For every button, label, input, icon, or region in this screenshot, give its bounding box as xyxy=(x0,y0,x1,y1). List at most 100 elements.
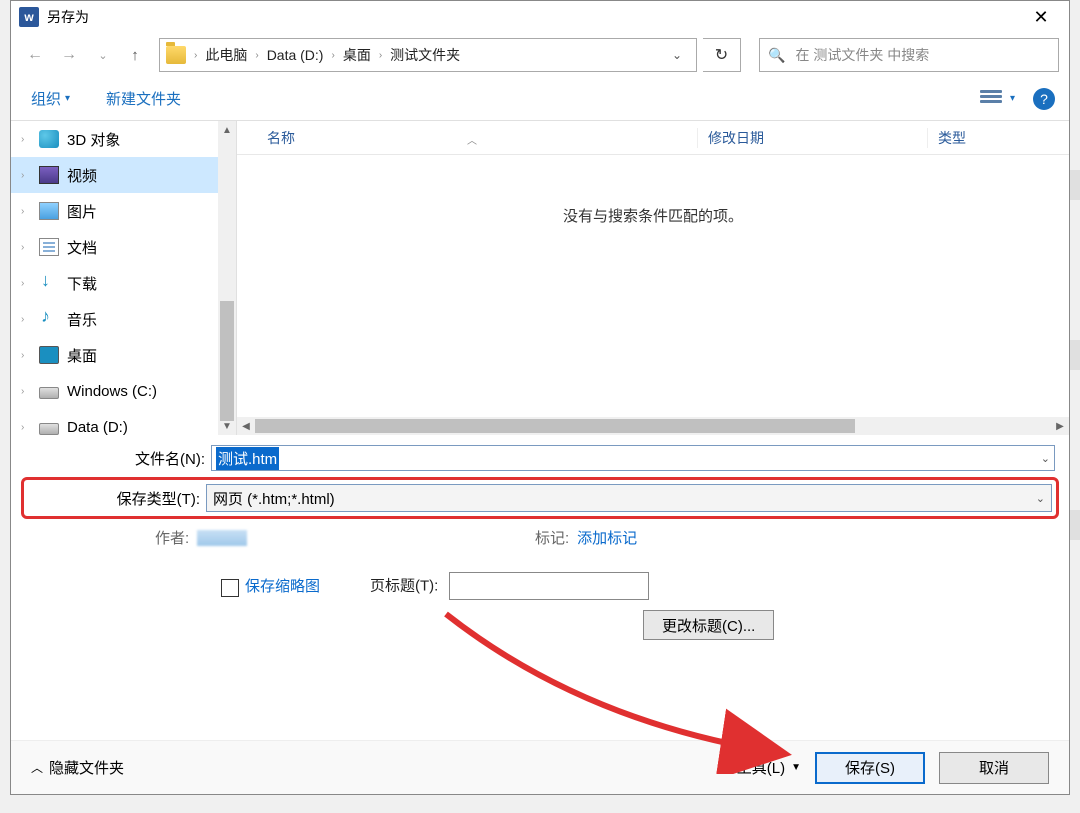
chevron-right-icon: › xyxy=(21,242,24,253)
filename-input[interactable]: 测试.htm ⌄ xyxy=(211,445,1055,471)
filetype-value: 网页 (*.htm;*.html) xyxy=(213,488,335,509)
filetype-select[interactable]: 网页 (*.htm;*.html) ⌄ xyxy=(206,484,1052,512)
ico-video-icon xyxy=(39,166,59,184)
author-value[interactable] xyxy=(197,530,247,546)
filename-label: 文件名(N): xyxy=(25,448,211,469)
filetype-highlight-box: 保存类型(T): 网页 (*.htm;*.html) ⌄ xyxy=(21,477,1059,519)
tree-item[interactable]: ›Data (D:) xyxy=(11,409,236,435)
ico-drive-icon xyxy=(39,423,59,435)
tree-item[interactable]: › 3D 对象 xyxy=(11,121,236,157)
file-list-area: 名称 ︿ 修改日期 类型 没有与搜索条件匹配的项。 ◀ ▶ xyxy=(237,121,1069,435)
thumbnail-row: 保存缩略图 页标题(T): xyxy=(25,572,1055,600)
nav-up-button[interactable]: ↑ xyxy=(123,43,147,67)
save-as-dialog: w 另存为 ✕ ← → ⌄ ↑ › 此电脑 › Data (D:) › 桌面 ›… xyxy=(10,0,1070,795)
filetype-label: 保存类型(T): xyxy=(28,488,206,509)
toolbar: 组织 ▾ 新建文件夹 ▾ ? xyxy=(11,77,1069,121)
organize-label: 组织 xyxy=(31,88,61,109)
breadcrumb-this-pc[interactable]: 此电脑 xyxy=(201,45,251,65)
chevron-right-icon: › xyxy=(21,170,24,181)
new-folder-button[interactable]: 新建文件夹 xyxy=(100,84,187,113)
tree-item[interactable]: ›音乐 xyxy=(11,301,236,337)
dropdown-icon[interactable]: ⌄ xyxy=(1041,452,1050,465)
tools-label: 工具(L) xyxy=(737,757,785,778)
column-type[interactable]: 类型 xyxy=(927,128,1069,148)
hide-folders-button[interactable]: ︿ 隐藏文件夹 xyxy=(31,757,124,778)
cancel-button[interactable]: 取消 xyxy=(939,752,1049,784)
tree-item[interactable]: › 图片 xyxy=(11,193,236,229)
sort-indicator-icon: ︿ xyxy=(467,132,477,147)
help-button[interactable]: ? xyxy=(1033,88,1055,110)
scroll-down-icon[interactable]: ▼ xyxy=(218,417,236,435)
filetype-row: 保存类型(T): 网页 (*.htm;*.html) ⌄ xyxy=(28,484,1052,512)
titlebar: w 另存为 ✕ xyxy=(11,1,1069,33)
column-name[interactable]: 名称 ︿ xyxy=(267,128,697,148)
ico-dl-icon xyxy=(39,274,59,292)
add-tag-link[interactable]: 添加标记 xyxy=(577,527,637,548)
tree-item-label: 图片 xyxy=(67,201,97,222)
chevron-right-icon: › xyxy=(21,386,24,397)
dropdown-icon: ▾ xyxy=(1010,93,1015,104)
column-date[interactable]: 修改日期 xyxy=(697,128,927,148)
tree-item-label: Data (D:) xyxy=(67,419,128,436)
breadcrumb-folder[interactable]: 测试文件夹 xyxy=(386,45,464,65)
tree-item-label: 音乐 xyxy=(67,309,97,330)
ico-doc-icon xyxy=(39,238,59,256)
change-title-button[interactable]: 更改标题(C)... xyxy=(643,610,774,640)
scroll-left-icon[interactable]: ◀ xyxy=(237,417,255,435)
tree-item[interactable]: ›视频 xyxy=(11,157,236,193)
dropdown-icon[interactable]: ⌄ xyxy=(1036,492,1045,505)
breadcrumb-drive[interactable]: Data (D:) xyxy=(263,47,328,63)
chevron-right-icon: › xyxy=(377,50,384,61)
nav-recent-dropdown[interactable]: ⌄ xyxy=(89,41,117,69)
tag-label: 标记: xyxy=(535,527,569,548)
scroll-thumb[interactable] xyxy=(255,419,855,433)
tree-item[interactable]: ›下载 xyxy=(11,265,236,301)
empty-message: 没有与搜索条件匹配的项。 xyxy=(237,205,1069,226)
nav-tree: ›3D 对象›视频›图片›文档›下载›音乐›桌面›Windows (C:)›Da… xyxy=(11,121,237,435)
tree-item[interactable]: ›桌面 xyxy=(11,337,236,373)
chevron-right-icon: › xyxy=(192,50,199,61)
ico-desktop-icon xyxy=(39,346,59,364)
body-row: ›3D 对象›视频›图片›文档›下载›音乐›桌面›Windows (C:)›Da… xyxy=(11,121,1069,435)
tree-item-label: Windows (C:) xyxy=(67,383,157,400)
page-title-input[interactable] xyxy=(449,572,649,600)
save-button[interactable]: 保存(S) xyxy=(815,752,925,784)
hide-folders-label: 隐藏文件夹 xyxy=(49,757,124,778)
tag-field: 标记: 添加标记 xyxy=(535,527,637,548)
word-app-icon: w xyxy=(19,7,39,27)
scroll-up-icon[interactable]: ▲ xyxy=(218,121,236,139)
address-bar[interactable]: › 此电脑 › Data (D:) › 桌面 › 测试文件夹 ⌄ xyxy=(159,38,697,72)
refresh-button[interactable]: ↻ xyxy=(703,38,741,72)
horizontal-scrollbar[interactable]: ◀ ▶ xyxy=(237,417,1069,435)
tree-scrollbar[interactable]: ▲ ▼ xyxy=(218,121,236,435)
chevron-right-icon: › xyxy=(21,206,24,217)
address-dropdown-icon[interactable]: ⌄ xyxy=(664,48,690,62)
breadcrumb-desktop[interactable]: 桌面 xyxy=(339,45,375,65)
tree-item[interactable]: › Windows (C:) xyxy=(11,373,236,409)
close-button[interactable]: ✕ xyxy=(1021,7,1061,28)
chevron-up-icon: ︿ xyxy=(31,759,43,776)
chevron-right-icon: › xyxy=(21,350,24,361)
chevron-right-icon: › xyxy=(253,50,260,61)
file-list-header: 名称 ︿ 修改日期 类型 xyxy=(237,121,1069,155)
tree-item-label: 3D 对象 xyxy=(67,129,120,150)
organize-button[interactable]: 组织 ▾ xyxy=(25,84,76,113)
view-mode-button[interactable]: ▾ xyxy=(974,86,1021,112)
ico-drive-icon xyxy=(39,387,59,399)
scroll-thumb[interactable] xyxy=(220,301,234,421)
tools-dropdown[interactable]: 工具(L) ▼ xyxy=(737,757,801,778)
search-input[interactable]: 🔍 在 测试文件夹 中搜索 xyxy=(759,38,1059,72)
chevron-right-icon: › xyxy=(21,134,24,145)
tree-item[interactable]: ›文档 xyxy=(11,229,236,265)
window-title: 另存为 xyxy=(47,7,89,27)
dropdown-icon: ▼ xyxy=(791,762,801,773)
ico-3d-icon xyxy=(39,130,59,148)
nav-forward-button[interactable]: → xyxy=(55,41,83,69)
nav-back-button[interactable]: ← xyxy=(21,41,49,69)
view-list-icon xyxy=(980,90,1002,108)
save-thumbnail-checkbox[interactable]: 保存缩略图 xyxy=(221,575,320,596)
save-thumbnail-label: 保存缩略图 xyxy=(245,578,320,595)
page-title-field: 页标题(T): xyxy=(370,572,649,600)
tree-item-label: 下载 xyxy=(67,273,97,294)
scroll-right-icon[interactable]: ▶ xyxy=(1051,417,1069,435)
